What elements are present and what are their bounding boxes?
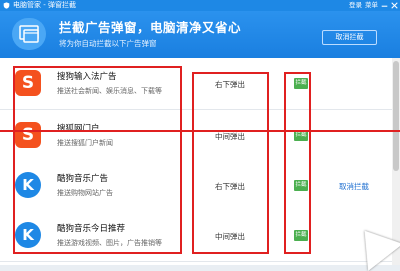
shield-icon	[3, 2, 10, 9]
menu-link[interactable]: 菜单	[365, 0, 378, 11]
annotation-line	[0, 130, 400, 132]
popup-window-icon	[12, 18, 46, 50]
header-banner: 拦截广告弹窗，电脑清净又省心 将为你自动拦截以下广告弹窗 取消拦截	[0, 11, 400, 58]
cancel-block-link[interactable]: 取消拦截	[339, 181, 369, 192]
annotation-box-toggles	[284, 72, 311, 254]
cancel-all-button[interactable]: 取消拦截	[322, 30, 377, 45]
annotation-box-names	[13, 66, 182, 254]
header-subtitle: 将为你自动拦截以下广告弹窗	[59, 39, 157, 48]
scroll-thumb[interactable]	[393, 61, 399, 171]
close-icon[interactable]	[391, 2, 398, 9]
login-link[interactable]: 登录	[349, 0, 362, 11]
annotation-box-positions	[192, 72, 269, 254]
window-title: 电脑管家 - 弹窗拦截	[13, 1, 76, 9]
minimize-icon[interactable]	[381, 2, 388, 9]
title-bar: 电脑管家 - 弹窗拦截 登录 菜单	[0, 0, 400, 11]
header-title: 拦截广告弹窗，电脑清净又省心	[59, 20, 242, 35]
